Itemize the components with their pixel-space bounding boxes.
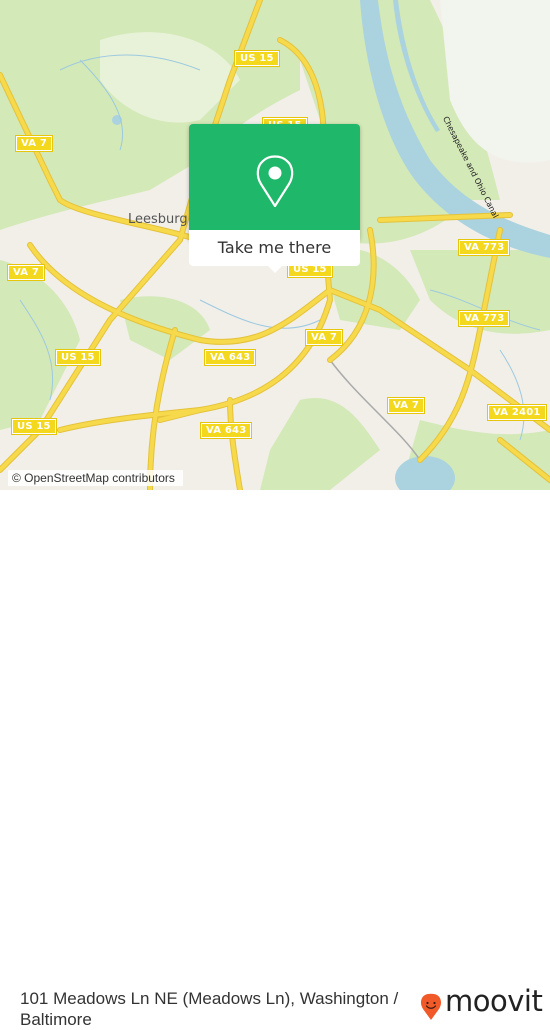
destination-popup: Take me there — [189, 124, 360, 273]
route-shield-va643: VA 643 — [199, 422, 253, 439]
moovit-logo[interactable]: moovit — [420, 984, 543, 1021]
route-shield-va7: VA 7 — [14, 135, 54, 152]
address-text: 101 Meadows Ln NE (Meadows Ln), Washingt… — [20, 989, 399, 1029]
route-shield-va643: VA 643 — [203, 349, 257, 366]
route-shield-va7: VA 7 — [6, 264, 46, 281]
map-pin-icon — [256, 155, 294, 208]
route-shield-va773: VA 773 — [457, 239, 511, 256]
footer: 101 Meadows Ln NE (Meadows Ln), Washingt… — [0, 490, 550, 1029]
route-shield-us15: US 15 — [55, 349, 101, 366]
popup-pointer — [267, 265, 283, 273]
moovit-pin-icon — [420, 993, 442, 1020]
osm-attribution[interactable]: © OpenStreetMap contributors — [8, 470, 183, 486]
route-shield-us15: US 15 — [11, 418, 57, 435]
route-shield-va2401: VA 2401 — [487, 404, 547, 421]
popup-header — [189, 124, 360, 230]
take-me-there-button[interactable]: Take me there — [189, 230, 360, 266]
route-shield-va773: VA 773 — [457, 310, 511, 327]
route-shield-va7: VA 7 — [304, 329, 344, 346]
route-shield-va7: VA 7 — [386, 397, 426, 414]
place-label-leesburg: Leesburg — [128, 212, 188, 227]
moovit-wordmark: moovit — [445, 984, 543, 1018]
route-shield-us15: US 15 — [234, 50, 280, 67]
